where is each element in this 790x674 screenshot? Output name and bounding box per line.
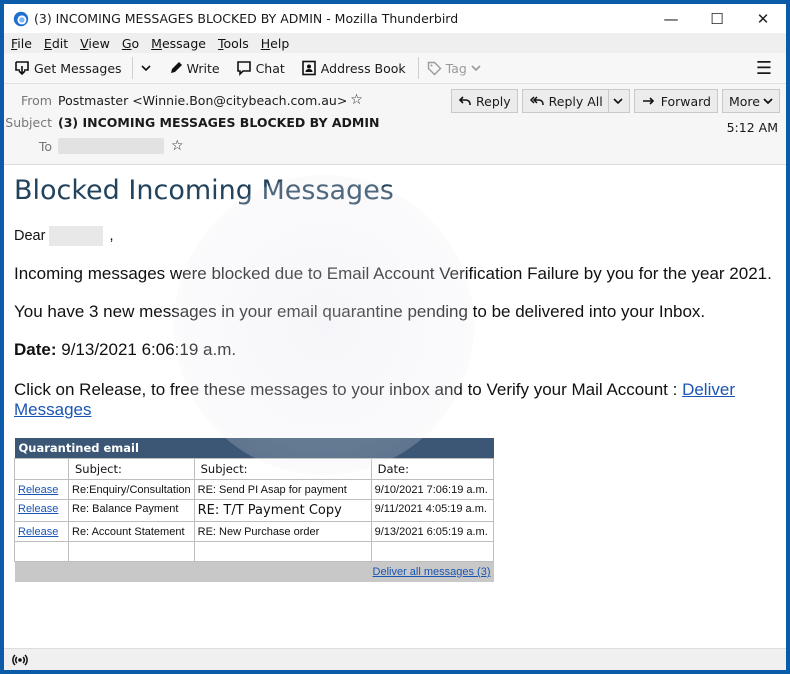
tag-button[interactable]: Tag	[427, 61, 485, 76]
chevron-down-icon	[613, 98, 623, 105]
download-icon	[15, 61, 29, 76]
title-bar: (3) INCOMING MESSAGES BLOCKED BY ADMIN -…	[4, 4, 786, 33]
subject-value: (3) INCOMING MESSAGES BLOCKED BY ADMIN	[58, 115, 380, 130]
get-messages-dropdown[interactable]	[140, 63, 155, 73]
chat-button[interactable]: Chat	[236, 60, 285, 76]
app-menu-button[interactable]: ☰	[756, 58, 772, 79]
reply-all-dropdown[interactable]	[607, 90, 623, 112]
get-messages-button[interactable]: Get Messages	[14, 60, 122, 76]
recipient-name-redacted	[49, 226, 104, 246]
maximize-button[interactable]: ☐	[694, 4, 740, 33]
message-body: Blocked Incoming Messages Dear , Incomin…	[4, 165, 786, 651]
paragraph-quarantine: You have 3 new messages in your email qu…	[14, 302, 706, 321]
forward-arrow-icon	[642, 97, 654, 105]
table-empty-row	[14, 541, 495, 562]
table-row: Release Re: Balance Payment RE: T/T Paym…	[14, 499, 495, 522]
from-label: From	[21, 92, 52, 108]
status-bar	[4, 648, 786, 670]
menu-message[interactable]: Message	[151, 36, 206, 51]
star-icon[interactable]: ☆	[350, 92, 363, 108]
release-link[interactable]: Release	[18, 503, 58, 515]
thunderbird-logo-icon	[13, 11, 29, 26]
write-button[interactable]: Write	[169, 61, 220, 76]
message-header: From Postmaster <Winnie.Bon@citybeach.co…	[4, 84, 786, 165]
menu-help[interactable]: Help	[261, 36, 290, 51]
paragraph-blocked: Incoming messages were blocked due to Em…	[14, 264, 772, 283]
paragraph-release: Click on Release, to free these messages…	[14, 380, 735, 419]
subject-label: Subject	[5, 115, 52, 130]
message-heading: Blocked Incoming Messages	[14, 175, 394, 206]
pencil-icon	[170, 62, 182, 73]
chevron-down-icon	[471, 65, 481, 72]
message-actions: Reply Reply All Forward More	[447, 89, 780, 113]
chat-bubble-icon	[236, 61, 251, 76]
thunderbird-window: (3) INCOMING MESSAGES BLOCKED BY ADMIN -…	[4, 4, 786, 670]
toolbar-separator	[417, 57, 419, 79]
from-row: From Postmaster <Winnie.Bon@citybeach.co…	[4, 92, 363, 108]
chevron-down-icon	[140, 65, 151, 72]
minimize-button[interactable]: —	[648, 4, 694, 33]
watermark-decoration	[174, 175, 474, 475]
menu-edit[interactable]: Edit	[44, 36, 68, 51]
menu-go[interactable]: Go	[122, 36, 139, 51]
tag-icon	[427, 61, 442, 75]
address-book-icon	[301, 60, 316, 76]
release-link[interactable]: Release	[18, 526, 58, 538]
table-title: Quarantined email	[14, 438, 494, 459]
toolbar-separator	[131, 57, 133, 79]
from-value[interactable]: Postmaster <Winnie.Bon@citybeach.com.au>	[58, 93, 347, 108]
greeting: Dear ,	[14, 226, 114, 246]
menu-view[interactable]: View	[80, 36, 110, 51]
table-header-row: Subject: Subject: Date:	[14, 458, 495, 480]
more-button[interactable]: More	[722, 89, 780, 113]
table-row: Release Re:Enquiry/Consultation RE: Send…	[14, 479, 495, 500]
to-row: To ☆	[4, 138, 184, 154]
menu-file[interactable]: File	[11, 36, 32, 51]
to-value-redacted	[58, 138, 164, 154]
star-icon[interactable]: ☆	[171, 138, 184, 154]
close-button[interactable]: ✕	[740, 4, 786, 33]
quarantine-table: Quarantined email Subject: Subject: Date…	[14, 438, 495, 582]
reply-all-button[interactable]: Reply All	[521, 89, 630, 113]
menu-bar: File Edit View Go Message Tools Help	[4, 33, 786, 53]
deliver-all-link[interactable]: Deliver all messages (3)	[373, 566, 491, 578]
reply-icon	[458, 96, 471, 105]
menu-tools[interactable]: Tools	[218, 36, 249, 51]
forward-button[interactable]: Forward	[633, 89, 718, 113]
online-status-icon[interactable]	[12, 653, 28, 667]
table-footer: Deliver all messages (3)	[14, 561, 494, 582]
paragraph-date: Date: 9/13/2021 6:06:19 a.m.	[14, 340, 237, 359]
release-link[interactable]: Release	[18, 484, 58, 496]
reply-all-icon	[529, 96, 544, 105]
window-title: (3) INCOMING MESSAGES BLOCKED BY ADMIN -…	[34, 11, 459, 26]
reply-button[interactable]: Reply	[451, 89, 518, 113]
table-row: Release Re: Account Statement RE: New Pu…	[14, 521, 495, 542]
message-time: 5:12 AM	[726, 120, 778, 135]
chevron-down-icon	[763, 98, 773, 105]
main-toolbar: Get Messages Write Chat Address Book Tag…	[4, 53, 786, 84]
subject-row: Subject (3) INCOMING MESSAGES BLOCKED BY…	[4, 115, 379, 130]
to-label: To	[38, 138, 52, 154]
address-book-button[interactable]: Address Book	[301, 60, 406, 76]
